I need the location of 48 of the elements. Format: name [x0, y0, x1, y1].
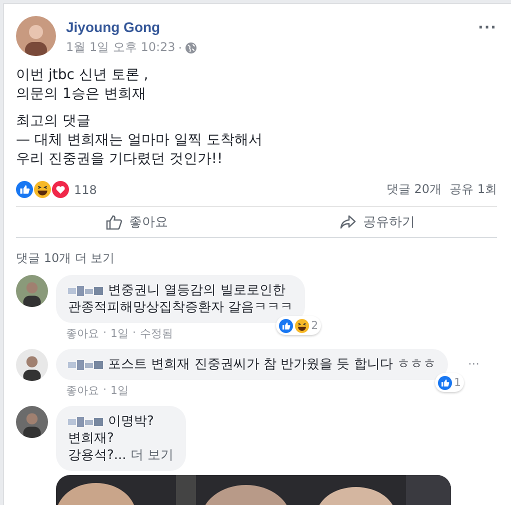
comment-count[interactable]: 댓글 20개 — [386, 181, 442, 198]
comment-meta[interactable]: 수정됨 — [140, 326, 173, 341]
post-text: 이번 jtbc 신년 토론 , — [16, 66, 150, 85]
redacted-name — [68, 360, 104, 370]
redacted-name — [68, 416, 104, 426]
comment-meta[interactable]: 좋아요 — [66, 383, 99, 398]
thumbs-up-icon — [279, 318, 294, 332]
comment-text: 변중권니 열등감의 빌로로인한 — [108, 282, 286, 299]
see-more-link[interactable]: 더 보기 — [130, 448, 174, 463]
share-count[interactable]: 공유 1회 — [450, 181, 497, 198]
avatar — [16, 406, 48, 438]
laughing-face-icon — [34, 181, 51, 198]
reaction-badge: 2 — [276, 316, 322, 335]
separator: · — [132, 326, 136, 341]
avatar — [16, 349, 48, 381]
thumbs-up-icon — [104, 213, 123, 231]
avatar — [16, 16, 56, 56]
view-more-comments[interactable]: 댓글 10개 더 보기 — [16, 250, 497, 267]
comment-text: 강용석?... 더 보기 — [68, 447, 174, 464]
share-arrow-icon — [338, 213, 357, 231]
comment-text: 관종적피해망상집착증환자 갈음ㅋㅋㅋ — [68, 299, 294, 316]
comment-text: 포스트 변희재 진중권씨가 참 반가웠을 듯 합니다 ㅎㅎㅎ — [108, 356, 436, 373]
more-options[interactable]: ··· — [478, 20, 497, 36]
post-text: 의문의 1승은 변희재 — [16, 85, 147, 104]
comment-text: 변희재? — [68, 430, 114, 447]
post-text: 최고의 댓글 — [16, 112, 92, 131]
comment-text: 이명박? — [108, 413, 154, 430]
comment-meta[interactable]: 1일 — [110, 383, 128, 398]
share-button[interactable]: 공유하기 — [256, 213, 497, 231]
more-options[interactable]: ··· — [468, 357, 480, 371]
post-text: — 대체 변희재는 얼마마 일찍 도착해서 — [16, 131, 264, 150]
author-name[interactable]: Jiyoung Gong — [66, 19, 198, 35]
redacted-name — [68, 286, 104, 296]
separator: · — [178, 40, 182, 54]
reaction-count[interactable]: 118 — [74, 182, 97, 196]
thumbs-up-icon — [438, 376, 452, 390]
post-text: 우리 진중권을 기다렸던 것인가!! — [16, 150, 224, 169]
thumbs-up-icon — [16, 181, 33, 198]
separator: · — [103, 383, 106, 398]
like-button[interactable]: 좋아요 — [16, 213, 256, 231]
globe-icon — [185, 42, 198, 54]
avatar — [16, 275, 48, 307]
reaction-badge: 1 — [434, 373, 464, 392]
comment-meta[interactable]: 좋아요 — [66, 326, 99, 341]
separator: · — [103, 326, 106, 341]
post-time[interactable]: 1월 1일 오후 10:23 — [66, 39, 176, 56]
laughing-face-icon — [295, 318, 310, 332]
comment-meta[interactable]: 1일 — [110, 326, 128, 341]
